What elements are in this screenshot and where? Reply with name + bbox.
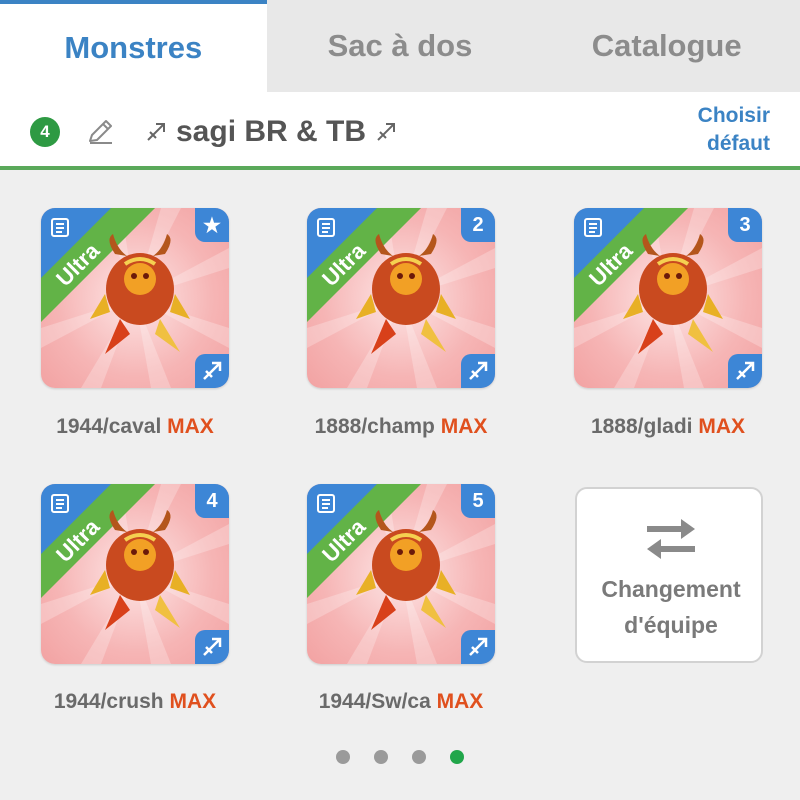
max-level-badge: MAX (698, 415, 746, 438)
monster-card[interactable]: Ultra 2 (307, 208, 495, 388)
sagittarius-icon (147, 123, 165, 141)
monster-card[interactable]: Ultra 4 (41, 484, 229, 664)
max-level-badge: MAX (167, 415, 214, 438)
page-dot[interactable] (412, 750, 426, 764)
monster-card[interactable]: Ultra ★ (41, 208, 229, 388)
monster-name-label: 1888/gladi MAX (538, 415, 798, 439)
page-dot[interactable] (450, 750, 464, 764)
book-icon (51, 218, 69, 237)
slot-number-badge: 4 (195, 484, 229, 518)
monster-art-icon (356, 510, 456, 630)
monster-art-icon (90, 234, 190, 354)
team-name: sagi BR & TB (176, 115, 367, 148)
monster-name-label: 1888/champ MAX (271, 415, 531, 439)
team-title: sagi BR & TB (144, 112, 398, 152)
team-bar: 4 sagi BR & TB Choisir défaut (0, 92, 800, 170)
team-change-label: Changement d'équipe (601, 576, 741, 638)
book-icon (51, 494, 69, 513)
team-number-badge: 4 (30, 117, 60, 147)
monster-name: 1944/caval (56, 415, 162, 438)
page-dot[interactable] (374, 750, 388, 764)
page-indicator (0, 750, 800, 766)
slot-number-badge: ★ (195, 208, 229, 242)
book-icon (317, 218, 335, 237)
max-level-badge: MAX (169, 690, 217, 713)
max-level-badge: MAX (436, 690, 484, 713)
swap-arrows-icon (647, 519, 695, 559)
slot-number-badge: 2 (461, 208, 495, 242)
tab-monstres[interactable]: Monstres (0, 0, 267, 92)
sagittarius-element-icon (461, 630, 495, 664)
monster-card[interactable]: Ultra 3 (574, 208, 762, 388)
sagittarius-element-icon (195, 630, 229, 664)
monster-art-icon (356, 234, 456, 354)
monster-name: 1944/Sw/ca (318, 690, 431, 713)
sagittarius-icon (377, 123, 396, 141)
monster-name-label: 1944/caval MAX (5, 415, 265, 439)
tab-catalogue[interactable]: Catalogue (533, 0, 800, 92)
sagittarius-element-icon (461, 354, 495, 388)
choose-default-button[interactable]: Choisir défaut (650, 102, 770, 158)
monster-name: 1888/gladi (590, 415, 693, 438)
monster-name-label: 1944/Sw/ca MAX (271, 690, 531, 714)
sagittarius-element-icon (195, 354, 229, 388)
sagittarius-element-icon (728, 354, 762, 388)
monster-art-icon (90, 510, 190, 630)
tab-bar: Monstres Sac à dos Catalogue (0, 0, 800, 92)
book-icon (584, 218, 602, 237)
monster-name: 1944/crush (53, 690, 164, 713)
book-icon (317, 494, 335, 513)
monster-name: 1888/champ (314, 415, 435, 438)
slot-number-badge: 5 (461, 484, 495, 518)
slot-number-badge: 3 (728, 208, 762, 242)
page-dot[interactable] (336, 750, 350, 764)
team-change-button[interactable]: Changement d'équipe (575, 487, 763, 663)
edit-pencil-icon[interactable] (84, 116, 116, 148)
monster-name-label: 1944/crush MAX (5, 690, 265, 714)
monster-art-icon (623, 234, 723, 354)
monster-card[interactable]: Ultra 5 (307, 484, 495, 664)
max-level-badge: MAX (440, 415, 488, 438)
tab-sac-a-dos[interactable]: Sac à dos (267, 0, 534, 92)
